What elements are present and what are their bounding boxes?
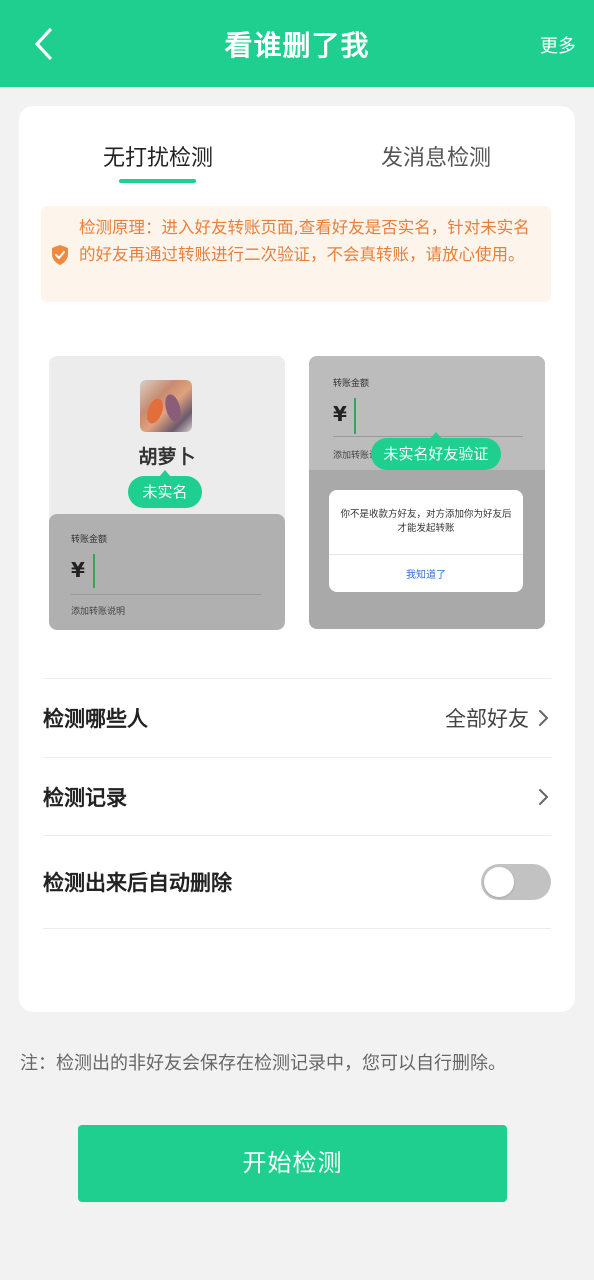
currency-symbol: ¥ (71, 558, 85, 582)
row-label: 检测哪些人 (43, 707, 148, 731)
verify-badge: 未实名好友验证 (371, 432, 501, 470)
dialog-ok-button: 我知道了 (406, 570, 446, 581)
tab-no-disturb-detect[interactable]: 无打扰检测 (103, 140, 213, 172)
transfer-amount-label: 转账金额 (71, 535, 108, 545)
main-card: 无打扰检测 发消息检测 检测原理：进入好友转账页面,查看好友是否实名，针对未实名… (19, 106, 575, 1012)
notice-text: 检测原理：进入好友转账页面,查看好友是否实名，针对未实名的好友再通过转账进行二次… (79, 218, 530, 264)
transfer-panel: 转账金额 ¥ 添加转账说明 (49, 514, 285, 630)
avatar (140, 380, 192, 432)
tab-message-detect[interactable]: 发消息检测 (381, 140, 491, 172)
detect-targets-row[interactable]: 检测哪些人 全部好友 (43, 679, 551, 757)
illustration-unverified-friend: 胡萝卜 未实名 转账金额 ¥ 添加转账说明 (49, 356, 285, 630)
chevron-right-icon (539, 789, 548, 805)
transfer-amount-label: 转账金额 (333, 379, 370, 389)
detect-records-row[interactable]: 检测记录 (43, 758, 551, 836)
divider (43, 928, 551, 929)
divider (333, 436, 523, 437)
auto-delete-toggle[interactable] (481, 864, 551, 900)
tab-bar: 无打扰检测 发消息检测 (19, 106, 575, 196)
input-cursor (93, 554, 95, 588)
friend-name: 胡萝卜 (138, 446, 196, 468)
unverified-badge: 未实名 (128, 470, 202, 508)
detection-principle-notice: 检测原理：进入好友转账页面,查看好友是否实名，针对未实名的好友再通过转账进行二次… (41, 206, 551, 302)
not-friend-dialog: 你不是收款方好友，对方添加你为好友后才能发起转账 我知道了 (329, 490, 523, 592)
dialog-message: 你不是收款方好友，对方添加你为好友后才能发起转账 (340, 509, 512, 534)
auto-delete-row: 检测出来后自动删除 (43, 836, 551, 928)
page-title: 看谁删了我 (224, 29, 370, 62)
row-value: 全部好友 (445, 707, 529, 731)
row-label: 检测记录 (43, 786, 127, 810)
footnote: 注：检测出的非好友会保存在检测记录中，您可以自行删除。 (20, 1053, 506, 1074)
app-header: 看谁删了我 更多 (0, 0, 594, 87)
transfer-note-label: 添加转账说明 (71, 607, 126, 617)
divider (71, 594, 261, 595)
start-detect-button[interactable]: 开始检测 (78, 1125, 507, 1202)
active-tab-indicator (119, 179, 196, 183)
currency-symbol: ¥ (333, 402, 347, 426)
toggle-knob (484, 867, 514, 897)
illustration-transfer-verify: 转账金额 ¥ 添加转账说 未实名好友验证 你不是收款方好友，对方添加你为好友后才… (309, 356, 545, 629)
chevron-right-icon (539, 710, 548, 726)
input-cursor (354, 398, 356, 434)
divider (329, 554, 523, 555)
row-label: 检测出来后自动删除 (43, 871, 232, 895)
shield-check-icon (52, 245, 68, 265)
more-button[interactable]: 更多 (540, 32, 576, 58)
